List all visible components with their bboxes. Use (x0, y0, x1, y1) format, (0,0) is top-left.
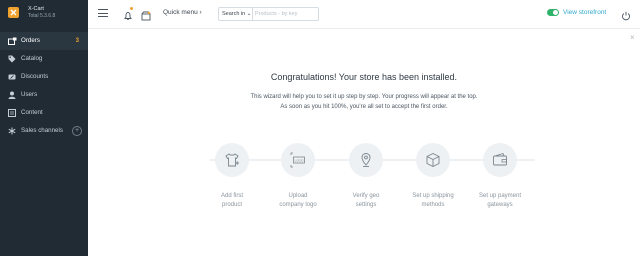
wizard-description-line-1: This wizard will help you to set it up s… (250, 94, 478, 100)
sidebar-item-label: Users (21, 91, 38, 98)
step-label-line: settings (355, 202, 377, 208)
storefront-toggle[interactable] (547, 9, 559, 16)
step-label-line: company logo (279, 202, 317, 208)
view-storefront-link[interactable]: View storefront (563, 9, 606, 17)
sidebar-item-users[interactable]: Users (0, 86, 88, 104)
tshirt-icon (225, 153, 239, 167)
sidebar-item-label: Sales channels (21, 127, 63, 134)
search-box: Search in ⌄ (218, 7, 319, 21)
discount-icon (8, 73, 16, 81)
sidebar-item-orders[interactable]: Orders 3 (0, 32, 88, 50)
wallet-icon (493, 152, 507, 166)
orders-icon (8, 37, 17, 45)
search-input[interactable] (255, 9, 315, 19)
step-shipping-methods-button[interactable] (416, 143, 450, 177)
hamburger-menu-icon[interactable] (98, 9, 108, 18)
user-icon (8, 91, 16, 99)
brand-name: X-Cart (28, 6, 44, 12)
sidebar-item-label: Content (21, 109, 43, 116)
asterisk-icon (8, 127, 16, 135)
step-label-line: product (221, 202, 242, 208)
svg-text:LOGO: LOGO (295, 158, 304, 162)
quick-menu-button[interactable]: Quick menu › (163, 9, 202, 17)
brand-version: Total 5.3.6.8 (28, 13, 56, 19)
sidebar-item-sales-channels[interactable]: Sales channels + (0, 122, 88, 140)
store-icon[interactable] (141, 8, 151, 21)
step-upload-logo-button[interactable]: LOGO (281, 143, 315, 177)
step-add-product-button[interactable] (215, 143, 249, 177)
wizard-description-line-2: As soon as you hit 100%, you're all set … (280, 104, 448, 110)
page-title: Congratulations! Your store has been ins… (270, 72, 458, 82)
step-label-line: Set up shipping (412, 193, 454, 199)
step-verify-geo-button[interactable] (349, 143, 383, 177)
location-pin-icon (361, 153, 371, 167)
power-icon[interactable] (621, 8, 631, 21)
step-label: Verify geo settings (331, 192, 401, 210)
brand[interactable]: X-Cart Total 5.3.6.8 (0, 0, 88, 28)
orders-count-badge: 3 (75, 38, 79, 44)
sidebar-nav: Orders 3 Catalog Discounts Users Content… (0, 32, 88, 140)
step-label-line: Add first (220, 193, 243, 199)
step-label: Set up shipping methods (398, 192, 468, 210)
sidebar-item-label: Catalog (21, 55, 43, 62)
close-wizard-button[interactable]: × (630, 34, 635, 42)
logo-icon: LOGO (290, 152, 305, 168)
tag-icon (8, 55, 16, 63)
step-label-line: Set up payment (478, 193, 522, 199)
box-icon (426, 152, 440, 168)
sidebar-item-label: Orders (21, 37, 40, 44)
xcart-logo-icon (8, 7, 19, 18)
step-payment-gateways-button[interactable] (483, 143, 517, 177)
sidebar: X-Cart Total 5.3.6.8 Orders 3 Catalog Di… (0, 0, 88, 256)
content-icon (8, 109, 16, 117)
step-label-line: Upload (288, 193, 308, 199)
sidebar-item-content[interactable]: Content (0, 104, 88, 122)
sidebar-item-catalog[interactable]: Catalog (0, 50, 88, 68)
step-label: Add first product (197, 192, 267, 210)
add-sales-channel-button[interactable]: + (72, 126, 82, 136)
top-bar: Quick menu › Search in ⌄ View storefront (88, 0, 640, 29)
step-label-line: methods (421, 202, 445, 208)
step-label: Upload company logo (263, 192, 333, 210)
notification-dot (130, 7, 133, 10)
sidebar-item-label: Discounts (21, 73, 49, 80)
search-scope-dropdown[interactable]: Search in ⌄ (219, 8, 253, 20)
step-label-line: gateways (487, 202, 513, 208)
step-label-line: Verify geo (352, 193, 380, 199)
sidebar-item-discounts[interactable]: Discounts (0, 68, 88, 86)
step-label: Set up payment gateways (465, 192, 535, 210)
